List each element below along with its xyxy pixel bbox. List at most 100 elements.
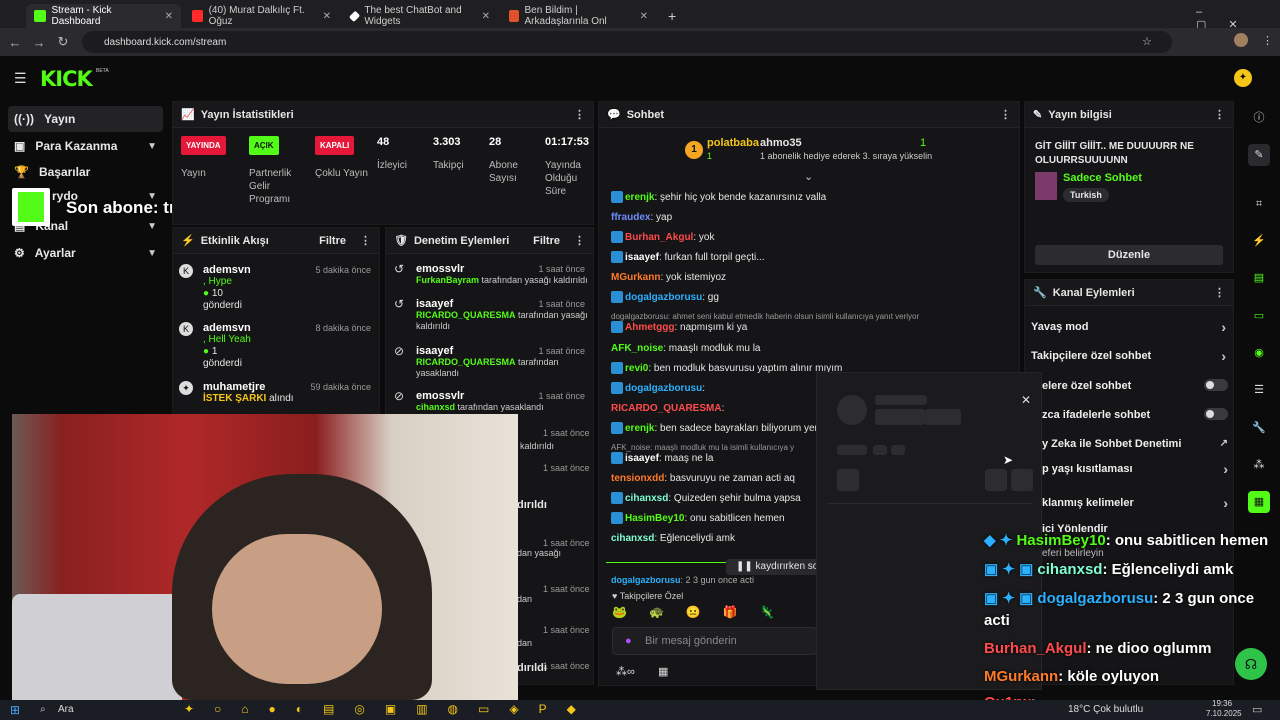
chat-username[interactable]: isaayef: [625, 453, 659, 464]
profile-avatar[interactable]: [1234, 33, 1248, 47]
close-icon[interactable]: ✕: [640, 11, 648, 22]
pencil-icon: ✎: [1033, 109, 1043, 121]
chat-username[interactable]: dogalgazborusu: [611, 575, 681, 585]
forward-icon[interactable]: →: [27, 35, 51, 50]
top-gifter-name[interactable]: polatbaba: [707, 137, 759, 149]
notification-icon[interactable]: ▭: [1252, 703, 1262, 716]
chevron-right-icon: ›: [1221, 319, 1226, 335]
chat-username[interactable]: erenjk: [625, 423, 654, 434]
kebab-menu-icon[interactable]: ⋮: [574, 108, 585, 121]
user-avatar[interactable]: ✦: [1234, 69, 1252, 87]
tab-chatbot[interactable]: The best ChatBot and Widgets ✕: [343, 4, 498, 28]
new-tab-button[interactable]: +: [660, 4, 682, 28]
taskbar-apps-icon[interactable]: ✦○⌂●◐▤◎▣▥◍▭◈P◆: [184, 702, 596, 716]
toggle-switch[interactable]: [1204, 379, 1228, 391]
gift-icon[interactable]: ▦: [658, 665, 668, 678]
slow-mode-item[interactable]: Yavaş mod ›: [1031, 319, 1226, 335]
chat-username[interactable]: isaayef: [625, 252, 659, 263]
windows-start-icon[interactable]: ⊞: [10, 703, 20, 717]
edit-button[interactable]: Düzenle: [1035, 245, 1223, 265]
search-icon[interactable]: ⌕: [40, 704, 46, 715]
url-field[interactable]: dashboard.kick.com/stream: [82, 31, 1172, 53]
close-icon[interactable]: ✕: [323, 11, 331, 22]
kick-logo[interactable]: KICK: [40, 67, 93, 91]
kebab-menu-icon[interactable]: ⋮: [574, 234, 585, 247]
emote-only-item[interactable]: zca ifadelerle sohbet: [1042, 408, 1228, 421]
wrench-icon[interactable]: 🔧: [1248, 417, 1270, 439]
chat-message: ffraudex: yap: [611, 211, 672, 225]
grid-icon[interactable]: ▦: [1248, 491, 1270, 513]
close-icon[interactable]: ✕: [1021, 393, 1031, 407]
tab-youtube[interactable]: (40) Murat Dalkılıç Ft. Oğuz ✕: [184, 4, 339, 28]
chat-username[interactable]: RICARDO_QUARESMA: [611, 403, 722, 414]
chat-username[interactable]: cihanxsd: [611, 533, 654, 544]
ai-moderation-item[interactable]: y Zeka ile Sohbet Denetimi ↗: [1042, 438, 1228, 450]
account-age-item[interactable]: p yaşı kısıtlaması ›: [1042, 461, 1228, 477]
chevron-down-icon: ▼: [147, 247, 157, 259]
kebab-menu-icon[interactable]: ⋮: [1214, 286, 1225, 299]
mic-icon[interactable]: ●: [625, 628, 632, 654]
chat-username[interactable]: HasimBey10: [625, 513, 684, 524]
event-text: kaldırıldı: [520, 441, 555, 451]
bolt-icon[interactable]: ⚡: [1248, 230, 1270, 252]
event-target[interactable]: cihanxsd: [416, 402, 455, 412]
chat-username[interactable]: tensionxdd: [611, 473, 664, 484]
bookmark-star-icon[interactable]: ☆: [1142, 35, 1152, 48]
event-target[interactable]: RICARDO_QUARESMA: [416, 310, 516, 320]
chat-username[interactable]: AFK_noise: [611, 343, 663, 354]
filter-button[interactable]: Filtre: [533, 235, 560, 247]
close-icon[interactable]: ✕: [165, 11, 173, 22]
info-icon[interactable]: ⓘ: [1248, 107, 1270, 129]
chat-username[interactable]: Burhan_Akgul: [625, 232, 693, 243]
chat-icon[interactable]: ▭: [1248, 305, 1270, 327]
taskbar-search[interactable]: Ara: [58, 704, 74, 715]
hamburger-icon[interactable]: ☰: [14, 70, 27, 87]
tab-kick-dashboard[interactable]: Stream - Kick Dashboard ✕: [26, 4, 181, 28]
chat-username[interactable]: MGurkann: [611, 272, 660, 283]
second-gifter-name[interactable]: ahmo35: [760, 137, 802, 149]
collapse-icon[interactable]: ⌄: [804, 170, 813, 183]
banned-words-item[interactable]: klanmış kelimeler ›: [1042, 495, 1228, 511]
filter-button[interactable]: Filtre: [319, 235, 346, 247]
broadcast-icon[interactable]: ◉: [1248, 342, 1270, 364]
bed: [12, 594, 182, 700]
back-icon[interactable]: ←: [3, 35, 27, 50]
scan-icon[interactable]: ⌗: [1248, 193, 1270, 215]
close-icon[interactable]: ✕: [482, 11, 490, 22]
menu-dots-icon[interactable]: ⋮: [1262, 34, 1273, 47]
chat-username[interactable]: revi0: [625, 363, 648, 374]
toggle-switch[interactable]: [1204, 408, 1228, 420]
layout-icon[interactable]: ☰: [1248, 379, 1270, 401]
chat-username[interactable]: erenjk: [625, 192, 654, 203]
chat-input[interactable]: ● Bir mesaj gönderin: [612, 627, 817, 655]
sidebar-item-ayarlar[interactable]: ⚙ Ayarlar ▼: [8, 240, 163, 266]
badge-icon: ▣ ✦ ▣: [984, 561, 1034, 578]
event-target[interactable]: RICARDO_QUARESMA: [416, 357, 516, 367]
kebab-menu-icon[interactable]: ⋮: [360, 234, 371, 247]
chat-username[interactable]: ffraudex: [611, 212, 650, 223]
skeleton-box: [985, 469, 1007, 491]
sidebar-item-yayin[interactable]: ((·)) Yayın: [8, 106, 163, 132]
emote-picker-icon[interactable]: ⁂∞: [616, 665, 635, 678]
emote-bar[interactable]: 🐸🐢😐🎁🦎: [612, 605, 812, 621]
pencil-icon[interactable]: ✎: [1248, 144, 1270, 166]
followers-only-item[interactable]: Takipçilere özel sohbet ›: [1031, 348, 1226, 364]
event-time: 1 saat önce: [543, 538, 590, 548]
support-icon[interactable]: ☊: [1235, 648, 1267, 680]
sidebar-item-basarilar[interactable]: 🏆 Başarılar: [8, 159, 163, 185]
kebab-menu-icon[interactable]: ⋮: [1214, 108, 1225, 121]
chat-username[interactable]: cihanxsd: [625, 493, 668, 504]
chat-username[interactable]: Ahmetggg: [625, 322, 674, 333]
tab-ben-bildim[interactable]: Ben Bildim | Arkadaşlarınla Onl ✕: [501, 4, 656, 28]
chat-username[interactable]: dogalgazborusu: [625, 292, 702, 303]
category-name[interactable]: Sadece Sohbet: [1063, 172, 1142, 184]
sidebar-item-para-kazanma[interactable]: ▣ Para Kazanma ▼: [8, 133, 163, 159]
dots-icon[interactable]: ⁂: [1248, 454, 1270, 476]
subs-only-item[interactable]: elere özel sohbet: [1042, 379, 1228, 392]
reload-icon[interactable]: ↻: [51, 34, 75, 50]
chat-username[interactable]: dogalgazborusu: [625, 383, 702, 394]
event-target[interactable]: FurkanBayram: [416, 275, 479, 285]
document-icon[interactable]: ▤: [1248, 267, 1270, 289]
kebab-menu-icon[interactable]: ⋮: [1000, 108, 1011, 121]
pause-icon: ❚❚: [736, 561, 753, 572]
